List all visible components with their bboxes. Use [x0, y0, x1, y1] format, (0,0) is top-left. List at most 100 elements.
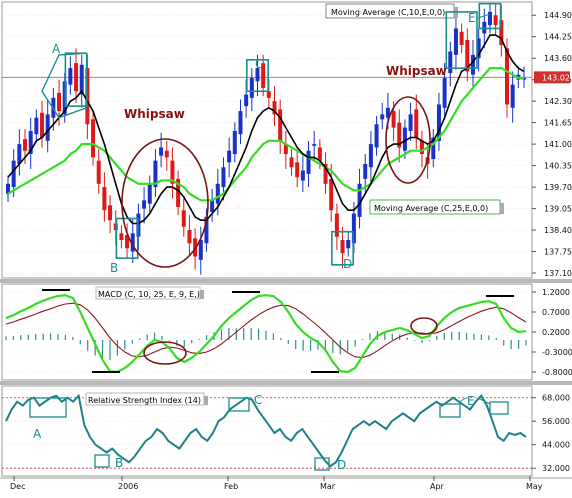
candle-body [74, 63, 79, 92]
candle-body [306, 150, 311, 174]
macd-tick-label: 0.2000 [542, 328, 570, 337]
candle-body [142, 200, 147, 209]
rsi-tick-label: 32.000 [542, 464, 570, 473]
candle-body [374, 124, 379, 148]
candle-body [34, 117, 39, 135]
price-tick-label: 140.35 [544, 162, 572, 171]
candle-body [391, 111, 396, 128]
last-price-label: 143.02 [542, 73, 570, 82]
price-tick-label: 142.30 [544, 97, 572, 106]
candle-body [108, 205, 113, 221]
rsi-annotation-label-c: C [254, 393, 262, 407]
annotation-label-b: B [110, 261, 118, 275]
whipsaw-label-2: Whipsaw [386, 64, 447, 78]
candle-body [238, 111, 243, 135]
candle-body [482, 21, 487, 34]
candle-body [57, 92, 62, 112]
candle-body [232, 130, 237, 155]
candle-body [45, 114, 50, 141]
ma25-legend-label: Moving Average (C,25,E,0,0) [374, 204, 488, 213]
x-tick-label: 2006 [118, 482, 138, 491]
candle-body [317, 147, 322, 161]
candle-body [295, 162, 300, 178]
rsi-annotation-label-e: E [467, 394, 475, 408]
candle-body [147, 183, 152, 204]
candle-body [159, 147, 164, 156]
candle-body [249, 78, 254, 98]
price-tick-label: 141.00 [544, 140, 572, 149]
candle-body [91, 119, 96, 158]
candle-body [300, 170, 305, 181]
panel-frame [1, 1, 533, 279]
candle-body [493, 15, 498, 26]
annotation-label-e: E [468, 11, 476, 25]
x-tick-label: May [526, 482, 543, 491]
candle-body [210, 200, 215, 212]
candle-body [448, 51, 453, 74]
candle-body [227, 150, 232, 163]
rsi-tick-label: 44.000 [542, 441, 570, 450]
candle-body [487, 11, 492, 26]
annotation-label-d: D [343, 257, 352, 271]
candle-body [266, 91, 271, 98]
candle-body [329, 178, 334, 211]
macd-tick-label: -0.8000 [542, 368, 572, 377]
macd-tick-label: 1.2000 [542, 288, 570, 297]
candle-body [346, 239, 351, 249]
x-tick-label: Dec [10, 482, 25, 491]
annotation-label-a: A [52, 42, 61, 56]
candle-body [504, 48, 509, 105]
candle-body [408, 114, 413, 131]
candle-body [470, 54, 475, 75]
candle-body [40, 112, 45, 138]
candle-body [68, 68, 73, 85]
candle-body [380, 114, 385, 120]
price-tick-label: 139.70 [544, 183, 572, 192]
candle-body [442, 78, 447, 108]
macd-legend-label: MACD (C, 10, 25, E, 9, E,) [98, 290, 200, 299]
candle-body [453, 28, 458, 55]
price-tick-label: 143.60 [544, 54, 572, 63]
price-tick-label: 137.75 [544, 248, 572, 257]
candle-body [221, 167, 226, 188]
candle-body [164, 150, 169, 158]
candle-body [312, 144, 317, 146]
price-tick-label: 144.90 [544, 11, 572, 20]
candle-body [510, 84, 515, 108]
candle-body [368, 144, 373, 168]
price-tick-label: 139.05 [544, 205, 572, 214]
candle-body [363, 163, 368, 179]
candle-body [119, 233, 124, 240]
candle-body [334, 213, 339, 237]
macd-tick-label: -0.3000 [542, 348, 572, 357]
rsi-legend-shadow [204, 396, 208, 405]
stock-chart: 144.90144.25143.60142.95142.30141.65141.… [0, 0, 572, 494]
price-tick-label: 137.10 [544, 269, 572, 278]
whipsaw-label-1: Whipsaw [124, 107, 185, 121]
rsi-annotation-label-a: A [33, 427, 42, 441]
macd-tick-label: 0.7000 [542, 308, 570, 317]
candle-body [244, 94, 249, 107]
candle-body [419, 140, 424, 155]
x-tick-label: Apr [430, 482, 445, 491]
ma25-legend-shadow [500, 203, 504, 214]
candle-body [289, 157, 294, 168]
ma10-legend-label: Moving Average (C,10,E,0,0) [331, 8, 445, 17]
candle-body [181, 210, 186, 227]
rsi-annotation-label-d: D [337, 458, 346, 472]
candle-body [23, 139, 28, 151]
rsi-tick-label: 56.000 [542, 417, 570, 426]
candle-body [187, 230, 192, 244]
candle-body [215, 183, 220, 204]
macd-legend-shadow [200, 290, 204, 299]
price-tick-label: 144.25 [544, 33, 572, 42]
x-tick-label: Feb [224, 482, 238, 491]
rsi-legend-label: Relative Strength Index (14) [88, 396, 201, 405]
candle-body [96, 160, 101, 184]
candle-body [17, 144, 22, 164]
candle-body [340, 239, 345, 254]
panel-divider [0, 381, 572, 385]
rsi-annotation-label-b: B [115, 456, 123, 470]
price-tick-label: 141.65 [544, 119, 572, 128]
x-tick-label: Mar [320, 482, 336, 491]
